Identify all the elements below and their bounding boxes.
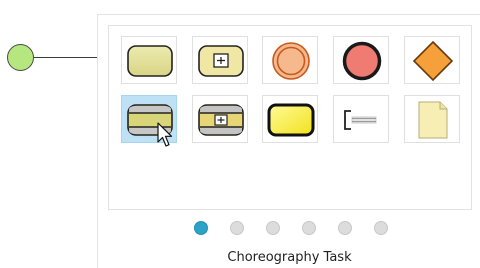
start-event-node[interactable] <box>7 44 34 71</box>
sub-choreography-icon <box>198 104 244 136</box>
shape-caption: Choreography Task <box>227 250 352 265</box>
page-dot-3[interactable] <box>266 221 280 235</box>
shape-tile-sub-choreography[interactable] <box>192 95 248 143</box>
diamond-icon <box>412 40 454 82</box>
thick-circle-icon <box>342 41 382 81</box>
shape-tile-text-annotation[interactable] <box>333 95 389 143</box>
page-dot-4[interactable] <box>302 221 316 235</box>
sequence-flow-connector[interactable] <box>34 57 98 58</box>
thick-rounded-rect-icon <box>267 103 315 137</box>
shape-tile-intermediate-event[interactable] <box>262 36 318 84</box>
page-indicator <box>194 221 394 235</box>
rounded-rect-icon <box>127 45 173 77</box>
page-dot-1[interactable] <box>194 221 208 235</box>
document-icon <box>418 101 448 139</box>
page-dot-2[interactable] <box>230 221 244 235</box>
bracket-icon <box>344 110 377 130</box>
shape-tile-task[interactable] <box>121 36 177 84</box>
rounded-rect-plus-icon <box>198 45 244 77</box>
shape-tile-data-object[interactable] <box>404 95 460 143</box>
double-circle-icon <box>272 42 310 80</box>
shape-picker-popup: Choreography Task <box>97 14 480 268</box>
shape-grid <box>108 25 472 210</box>
shape-tile-transaction[interactable] <box>262 95 318 143</box>
page-dot-5[interactable] <box>338 221 352 235</box>
shape-tile-end-event[interactable] <box>333 36 389 84</box>
mouse-pointer-icon <box>157 122 173 147</box>
shape-tile-subprocess[interactable] <box>192 36 248 84</box>
shape-tile-gateway[interactable] <box>404 36 460 84</box>
page-dot-6[interactable] <box>374 221 388 235</box>
